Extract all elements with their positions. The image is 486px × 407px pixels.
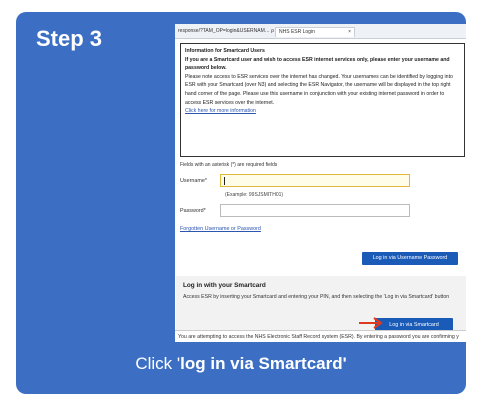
username-input[interactable] xyxy=(220,174,410,187)
red-arrow-icon xyxy=(359,317,383,329)
more-info-link[interactable]: Click here for more information xyxy=(185,107,460,116)
instruction-bold: log in via Smartcard' xyxy=(180,354,347,373)
password-input[interactable] xyxy=(220,204,410,217)
url-text[interactable]: response/?TAM_OP=login&USERNAM… ρ ▾ 🔒 C xyxy=(178,28,291,34)
footer-notice: You are attempting to access the NHS Ele… xyxy=(175,330,466,342)
forgot-credentials-link[interactable]: Forgotten Username or Password xyxy=(180,226,261,232)
info-heading: Information for Smartcard Users xyxy=(185,48,265,54)
login-username-password-button[interactable]: Log in via Username Password xyxy=(362,252,458,265)
username-example: (Example: 99SJSMITH01) xyxy=(225,192,284,198)
step-card: Step 3 response/?TAM_OP=login&USERNAM… ρ… xyxy=(16,12,466,394)
smartcard-panel: Log in with your Smartcard Access ESR by… xyxy=(176,276,466,334)
password-label: Password* xyxy=(180,208,206,214)
browser-address-bar[interactable]: response/?TAM_OP=login&USERNAM… ρ ▾ 🔒 C … xyxy=(175,24,466,39)
username-label: Username* xyxy=(180,178,207,184)
browser-tab[interactable]: NHS ESR Login × xyxy=(275,27,355,37)
instruction-prefix: Click ' xyxy=(135,354,181,373)
close-icon[interactable]: × xyxy=(348,28,351,37)
info-intro: If you are a Smartcard user and wish to … xyxy=(185,56,450,72)
instruction-text: Click 'log in via Smartcard' xyxy=(16,354,466,374)
smartcard-title: Log in with your Smartcard xyxy=(183,282,266,289)
step-title: Step 3 xyxy=(36,26,103,51)
screenshot-panel: response/?TAM_OP=login&USERNAM… ρ ▾ 🔒 C … xyxy=(175,24,466,342)
info-body: Please note access to ESR services over … xyxy=(185,73,453,106)
tab-label: NHS ESR Login xyxy=(279,29,315,35)
smartcard-description: Access ESR by inserting your Smartcard a… xyxy=(183,294,450,300)
required-fields-note: Fields with an asterisk (*) are required… xyxy=(180,162,278,168)
smartcard-info-box: Information for Smartcard Users If you a… xyxy=(180,43,465,157)
